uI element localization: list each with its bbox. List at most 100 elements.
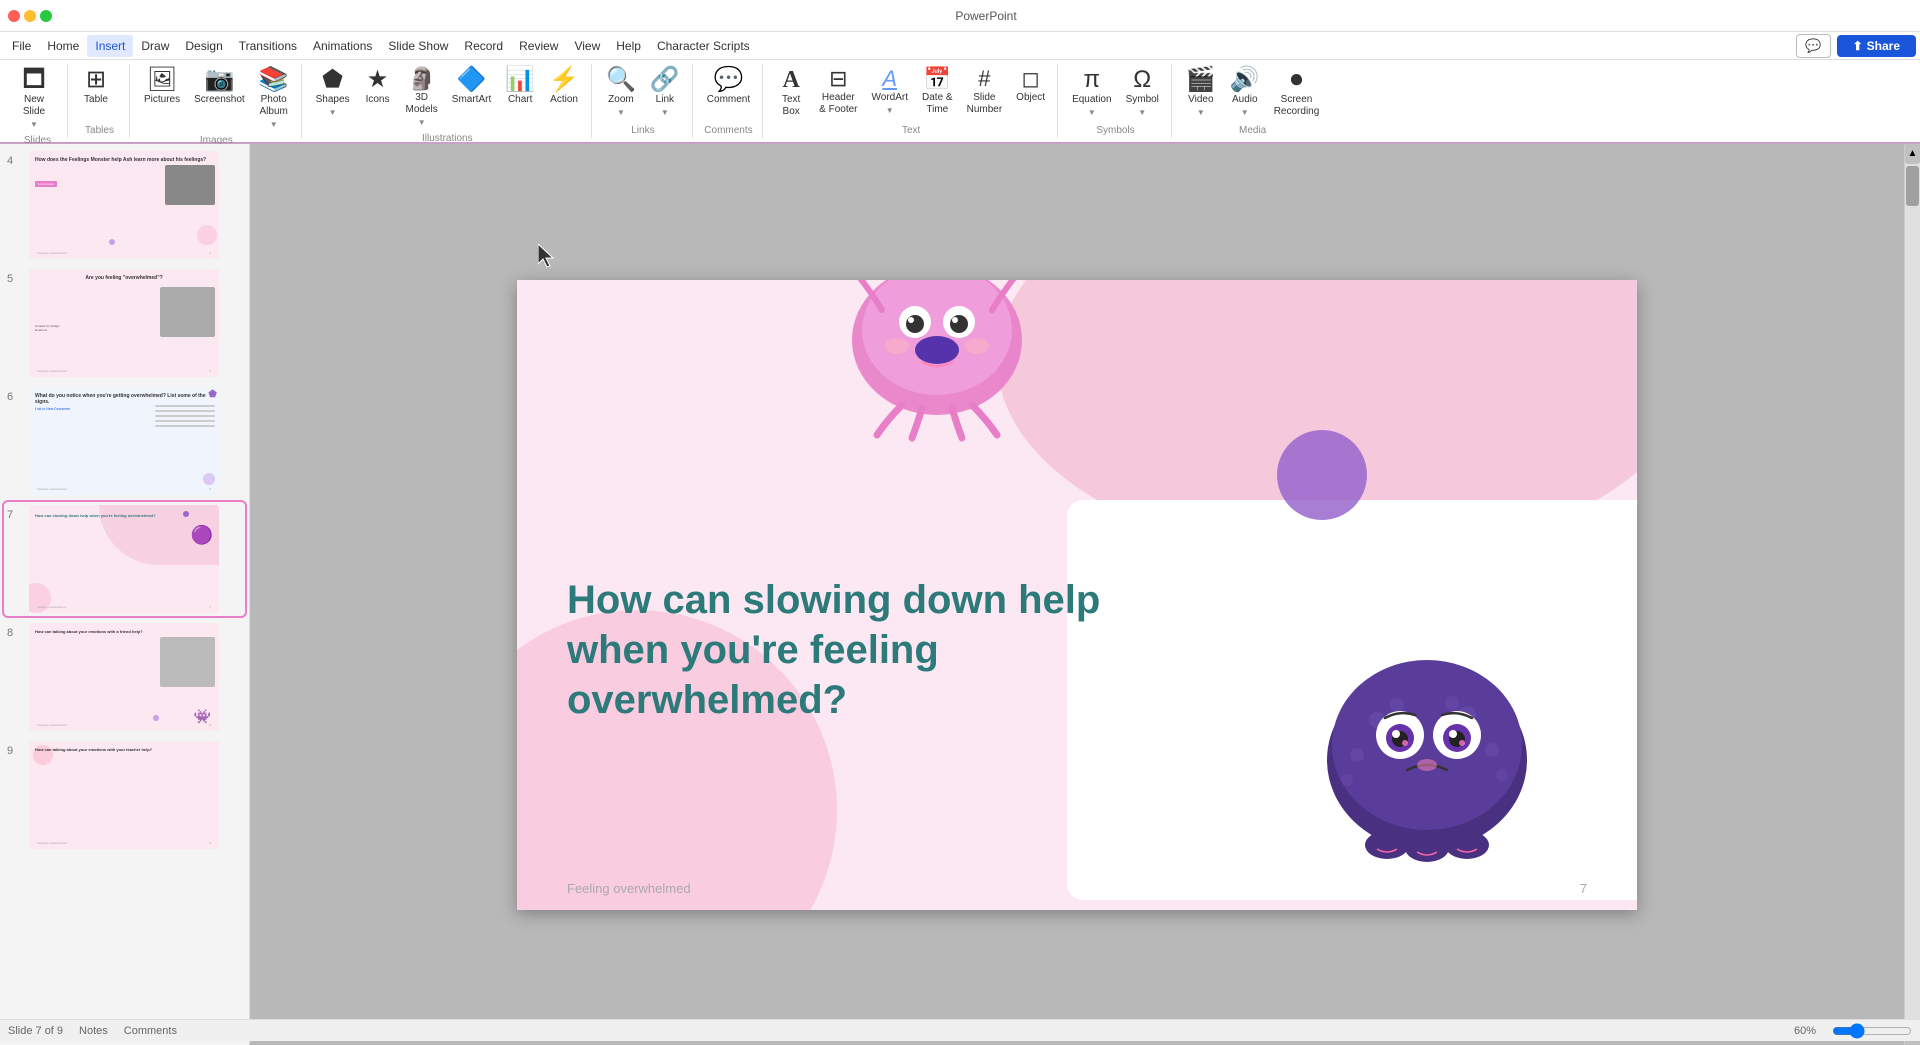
slide-top-monster [827,280,1047,453]
main-area: 4 How does the Feelings Monster help Ash… [0,144,1920,1045]
slide-preview-6[interactable]: What do you notice when you're getting o… [29,387,219,495]
zoom-slider[interactable] [1832,1023,1912,1039]
slide-canvas[interactable]: How can slowing down help when you're fe… [517,280,1637,910]
comment-button[interactable]: 💬 Comment [701,64,756,110]
symbols-group-label: Symbols [1066,123,1165,138]
comments-group-label: Comments [701,123,756,138]
menu-file[interactable]: File [4,35,39,57]
slide-number-button[interactable]: # SlideNumber [961,64,1009,120]
ribbon-group-text: A TextBox ⊟ Header& Footer A WordArt ▼ 📅… [765,64,1058,138]
text-group-label: Text [771,123,1051,138]
table-button[interactable]: ⊞ Table [76,64,116,110]
pictures-icon: 🖼 [147,68,177,92]
canvas-area[interactable]: How can slowing down help when you're fe… [250,144,1904,1045]
slide-thumb-5[interactable]: 5 Are you feeling "overwhelmed"? Contact… [4,266,245,380]
share-icon: ⬆ [1853,39,1863,53]
equation-button[interactable]: π Equation ▼ [1066,64,1117,121]
slide-thumb-8[interactable]: 8 How can talking about your emotions wi… [4,620,245,734]
slide-main-text[interactable]: How can slowing down help when you're fe… [567,575,1147,725]
ribbon-group-symbols: π Equation ▼ Ω Symbol ▼ Symbols [1060,64,1172,138]
menu-transitions[interactable]: Transitions [231,35,305,57]
ribbon-group-links: 🔍 Zoom ▼ 🔗 Link ▼ Links [594,64,693,138]
link-button[interactable]: 🔗 Link ▼ [644,64,686,121]
video-icon: 🎬 [1186,68,1216,92]
scroll-up[interactable]: ▲ [1905,144,1920,164]
smartart-button[interactable]: 🔷 SmartArt [446,64,497,110]
menu-help[interactable]: Help [608,35,649,57]
text-box-button[interactable]: A TextBox [771,64,811,122]
comments-icon-btn[interactable]: 💬 [1796,34,1830,58]
menu-review[interactable]: Review [511,35,566,57]
3d-models-button[interactable]: 🗿 3DModels ▼ [400,64,444,131]
wordart-icon: A [882,68,897,90]
text-box-icon: A [782,68,799,92]
slide-preview-5[interactable]: Are you feeling "overwhelmed"? Contact U… [29,269,219,377]
scroll-thumb[interactable] [1906,166,1919,206]
window-controls [8,10,52,22]
screenshot-button[interactable]: 📷 Screenshot [188,64,251,110]
slide-thumb-6[interactable]: 6 What do you notice when you're getting… [4,384,245,498]
screen-recording-button[interactable]: ⏺ ScreenRecording [1268,64,1326,122]
equation-dropdown: ▼ [1088,108,1096,117]
audio-dropdown: ▼ [1241,108,1249,117]
menu-record[interactable]: Record [456,35,511,57]
smartart-icon: 🔷 [457,68,487,92]
slide-preview-4[interactable]: How does the Feelings Monster help Ash l… [29,151,219,259]
slide-panel[interactable]: 4 How does the Feelings Monster help Ash… [0,144,250,1045]
tables-group-label: Tables [76,123,123,138]
slide-preview-7[interactable]: How can slowing down help when you're fe… [29,505,219,613]
menu-view[interactable]: View [566,35,608,57]
slide-preview-8[interactable]: How can talking about your emotions with… [29,623,219,731]
chart-button[interactable]: 📊 Chart [499,64,541,110]
new-slide-button[interactable]: 🗖 NewSlide ▼ [14,64,54,133]
minimize-btn[interactable] [24,10,36,22]
photo-album-button[interactable]: 📚 PhotoAlbum ▼ [253,64,295,133]
menu-animations[interactable]: Animations [305,35,380,57]
menu-insert[interactable]: Insert [87,35,133,57]
ribbon: 🗖 NewSlide ▼ Slides ⊞ Table Tables 🖼 [0,60,1920,144]
zoom-button[interactable]: 🔍 Zoom ▼ [600,64,642,121]
slide-num-4: 4 [7,155,23,167]
close-btn[interactable] [8,10,20,22]
notes-btn[interactable]: Notes [79,1025,108,1037]
right-panel[interactable]: ▲ ▼ › [1904,144,1920,1045]
slide-thumb-4[interactable]: 4 How does the Feelings Monster help Ash… [4,148,245,262]
date-time-button[interactable]: 📅 Date &Time [916,64,959,120]
slide-preview-9[interactable]: How can talking about your emotions with… [29,741,219,849]
slide-right-monster [1297,560,1557,883]
icons-button[interactable]: ★ Icons [358,64,398,110]
3d-models-icon: 🗿 [408,68,435,90]
shapes-button[interactable]: ⬟ Shapes ▼ [310,64,356,121]
ribbon-group-illustrations: ⬟ Shapes ▼ ★ Icons 🗿 3DModels ▼ 🔷 SmartA… [304,64,592,138]
share-button[interactable]: ⬆ Share [1837,35,1916,57]
pictures-button[interactable]: 🖼 Pictures [138,64,186,110]
header-footer-button[interactable]: ⊟ Header& Footer [813,64,863,120]
link-icon: 🔗 [650,68,680,92]
ribbon-group-media: 🎬 Video ▼ 🔊 Audio ▼ ⏺ ScreenRecording Me… [1174,64,1331,138]
ribbon-group-comments: 💬 Comment Comments [695,64,763,138]
action-button[interactable]: ⚡ Action [543,64,585,110]
slide-num-5: 5 [7,273,23,285]
menu-slideshow[interactable]: Slide Show [380,35,456,57]
slide-thumb-9[interactable]: 9 How can talking about your emotions wi… [4,738,245,852]
photo-album-dropdown: ▼ [270,120,278,129]
menu-design[interactable]: Design [177,35,230,57]
wordart-dropdown: ▼ [886,106,894,115]
table-icon: ⊞ [86,68,106,92]
audio-button[interactable]: 🔊 Audio ▼ [1224,64,1266,121]
video-button[interactable]: 🎬 Video ▼ [1180,64,1222,121]
symbol-button[interactable]: Ω Symbol ▼ [1120,64,1165,121]
object-button[interactable]: ◻ Object [1010,64,1051,108]
3d-dropdown: ▼ [418,118,426,127]
links-group-label: Links [600,123,686,138]
wordart-button[interactable]: A WordArt ▼ [866,64,915,119]
menu-char-scripts[interactable]: Character Scripts [649,35,758,57]
slide-thumb-7[interactable]: 7 How can slowing down help when you're … [4,502,245,616]
new-slide-dropdown: ▼ [30,120,38,129]
symbol-dropdown: ▼ [1138,108,1146,117]
maximize-btn[interactable] [40,10,52,22]
comment-icon: 💬 [714,68,744,92]
menu-home[interactable]: Home [39,35,87,57]
menu-draw[interactable]: Draw [133,35,177,57]
comments-status-btn[interactable]: Comments [124,1025,177,1037]
